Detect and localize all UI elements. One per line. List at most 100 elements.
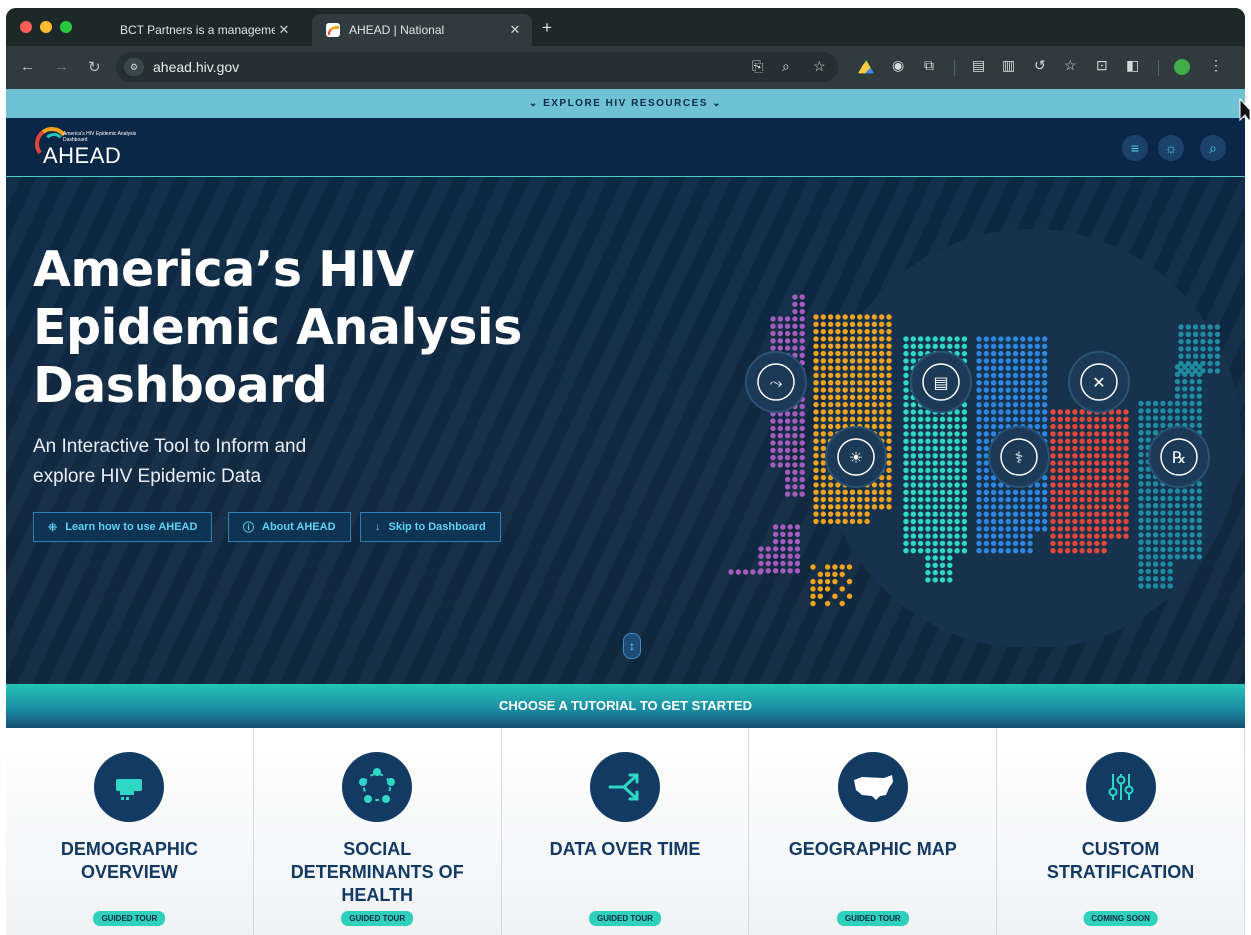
- map-dot: [1152, 422, 1159, 429]
- map-dot: [799, 403, 805, 410]
- tab-search-icon[interactable]: ◧: [1126, 57, 1139, 74]
- site-info-icon[interactable]: ⚙: [124, 58, 144, 76]
- card-title: GEOGRAPHIC MAP: [788, 839, 957, 859]
- reader-mode-icon[interactable]: ▥: [1002, 57, 1015, 74]
- tutorial-card-custom-stratification[interactable]: CUSTOM STRATIFICATION COMING SOON: [997, 728, 1245, 935]
- map-dot: [1064, 438, 1071, 444]
- back-icon[interactable]: ←: [20, 58, 35, 75]
- map-dot: [1005, 358, 1011, 364]
- reading-list-icon[interactable]: ▤: [972, 57, 985, 74]
- theme-toggle-button[interactable]: ☼: [1158, 135, 1184, 161]
- close-window-button[interactable]: [20, 21, 32, 33]
- map-dot: [947, 438, 953, 444]
- bookmark-star-icon[interactable]: ☆: [813, 58, 826, 75]
- google-drive-icon[interactable]: [858, 59, 874, 74]
- close-tab-icon[interactable]: ✕: [275, 22, 293, 38]
- map-dot: [846, 593, 853, 599]
- favorites-icon[interactable]: ☆: [1064, 57, 1077, 74]
- map-dot: [903, 482, 909, 488]
- map-dot: [1116, 518, 1122, 525]
- screenshot-icon[interactable]: ⊡: [1096, 57, 1108, 74]
- map-dot: [835, 314, 841, 320]
- map-dot: [1196, 422, 1203, 429]
- map-dot: [835, 504, 841, 510]
- menu-button[interactable]: ≡: [1122, 135, 1148, 161]
- map-dot: [947, 431, 953, 437]
- extensions-icon[interactable]: ⧉: [924, 57, 934, 74]
- forward-icon[interactable]: →: [54, 58, 69, 75]
- map-dot: [1152, 546, 1159, 553]
- tutorial-card-social-determinants[interactable]: SOCIAL DETERMINANTS OF HEALTH GUIDED TOU…: [253, 728, 502, 935]
- map-dot: [849, 416, 856, 422]
- map-dot: [1108, 518, 1115, 525]
- tutorial-card-geographic-map[interactable]: GEOGRAPHIC MAP GUIDED TOUR: [749, 728, 998, 935]
- zoom-window-button[interactable]: [60, 21, 72, 33]
- install-app-icon[interactable]: ⎘: [752, 58, 763, 75]
- map-dot: [1214, 331, 1221, 337]
- map-dot: [792, 476, 798, 483]
- tutorial-card-data-over-time[interactable]: DATA OVER TIME GUIDED TOUR: [501, 728, 750, 935]
- tutorial-card-demographic[interactable]: DEMOGRAPHIC OVERVIEW GUIDED TOUR: [6, 728, 254, 935]
- map-dot: [998, 533, 1004, 539]
- map-dot: [871, 343, 878, 349]
- map-dot: [827, 365, 834, 371]
- new-tab-button[interactable]: +: [542, 18, 552, 38]
- map-dot: [1207, 368, 1213, 374]
- map-dot: [954, 475, 960, 481]
- profile-avatar-icon[interactable]: [1174, 59, 1190, 75]
- about-ahead-button[interactable]: ⓘ About AHEAD: [228, 512, 351, 542]
- map-dot: [1167, 488, 1173, 494]
- map-dot: [925, 577, 931, 583]
- map-dot: [983, 511, 989, 517]
- minimize-window-button[interactable]: [40, 21, 52, 33]
- map-dot: [777, 345, 783, 351]
- history-icon[interactable]: ↺: [1034, 57, 1046, 74]
- map-dot: [1192, 353, 1199, 359]
- map-dot: [1020, 365, 1026, 371]
- map-dot: [1167, 539, 1173, 545]
- map-dot: [827, 343, 834, 349]
- map-dot: [857, 314, 863, 320]
- map-dot: [1160, 503, 1166, 509]
- camera-icon[interactable]: ◉: [892, 57, 904, 74]
- address-bar[interactable]: ⚙ ahead.hiv.gov ⎘ ⌕ ☆: [116, 52, 838, 82]
- map-dot: [871, 321, 878, 327]
- skip-to-dashboard-button[interactable]: ↓ Skip to Dashboard: [360, 512, 501, 542]
- explore-hiv-resources-toggle[interactable]: ⌄ EXPLORE HIV RESOURCES ⌄: [6, 89, 1245, 118]
- ahead-logo[interactable]: America's HIV Epidemic Analysis Dashboar…: [32, 123, 163, 173]
- map-dot: [954, 438, 960, 444]
- map-dot: [1196, 495, 1203, 502]
- map-dot: [1101, 445, 1107, 452]
- map-dot: [794, 524, 801, 530]
- map-dot: [1050, 518, 1056, 525]
- zoom-icon[interactable]: ⌕: [782, 58, 790, 75]
- tab-ahead[interactable]: AHEAD | National ✕: [312, 14, 532, 46]
- map-dot: [1064, 489, 1071, 495]
- map-dot: [886, 328, 892, 335]
- map-dot: [886, 372, 892, 379]
- map-dot: [842, 489, 848, 495]
- map-dot: [1005, 511, 1011, 517]
- sparkle-icon: ⁜: [48, 521, 58, 534]
- map-dot: [835, 336, 841, 342]
- map-dot: [1101, 489, 1107, 495]
- map-dot: [1057, 489, 1063, 495]
- map-dot: [813, 431, 819, 437]
- learn-how-button[interactable]: ⁜ Learn how to use AHEAD: [33, 512, 213, 542]
- browser-window: BCT Partners is a manageme ✕ AHEAD | Nat…: [6, 8, 1245, 935]
- tab-bct-partners[interactable]: BCT Partners is a manageme ✕: [106, 14, 301, 46]
- menu-kebab-icon[interactable]: ⋮: [1209, 57, 1223, 74]
- search-button[interactable]: ⌕: [1200, 135, 1226, 161]
- map-dot: [917, 504, 924, 510]
- map-dot: [1005, 365, 1011, 371]
- map-dot: [777, 454, 783, 461]
- map-dot: [1145, 517, 1151, 523]
- close-tab-icon[interactable]: ✕: [506, 22, 524, 38]
- map-dot: [784, 440, 791, 446]
- map-dot: [1042, 343, 1048, 349]
- scroll-down-indicator[interactable]: ↕: [623, 633, 641, 659]
- map-dot: [1057, 511, 1063, 517]
- reload-icon[interactable]: ↻: [88, 58, 101, 76]
- map-dot: [1108, 445, 1115, 452]
- map-dot: [1079, 453, 1085, 459]
